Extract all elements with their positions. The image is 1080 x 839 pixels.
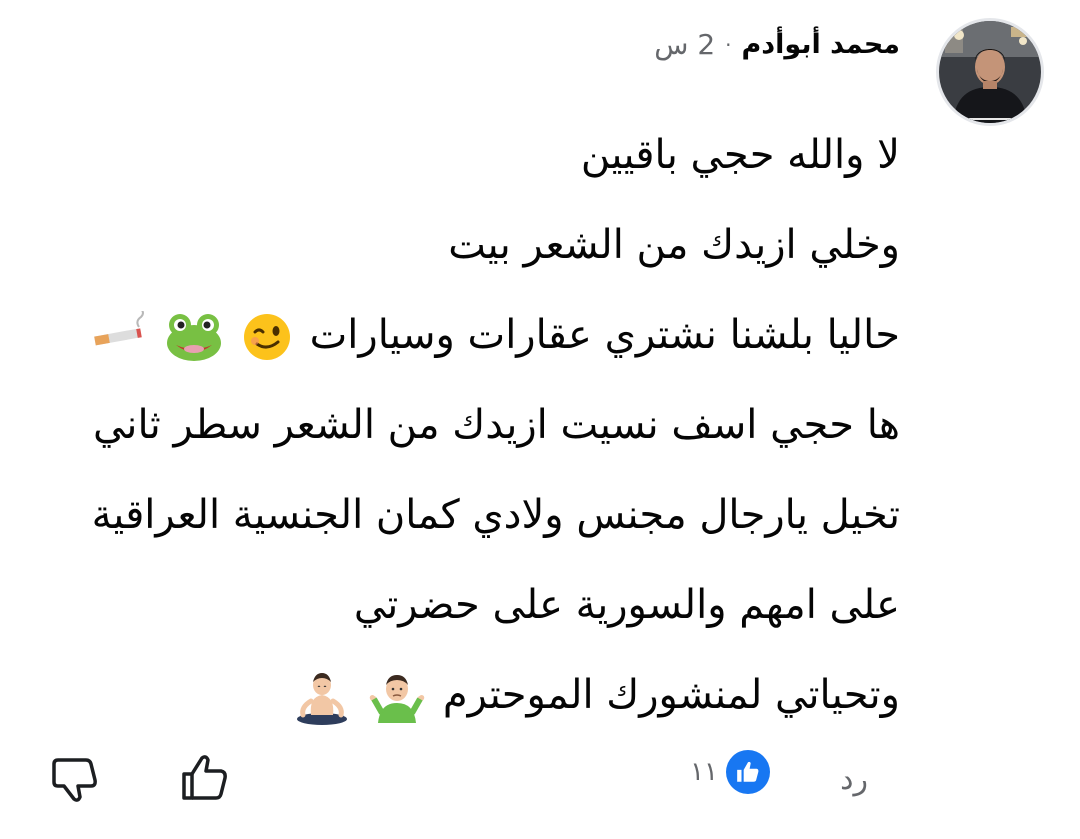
like-badge-thumb-icon [737,761,759,782]
comment-actions: رد ١١ [0,740,1080,820]
meditating-man-emoji-icon [297,673,348,725]
comment-line: لا والله حجي باقيين [580,132,900,178]
frog-emoji-icon [167,314,222,361]
comment-line: ها حجي اسف نسيت ازيدك من الشعر سطر ثاني [92,402,900,448]
reaction-count: ١١ [690,757,718,787]
reaction-summary[interactable]: ١١ [690,750,770,794]
avatar[interactable] [936,18,1044,126]
wink-emoji-icon [243,314,290,360]
comment-line-with-emoji: حاليا بلشنا نشتري عقارات وسيارات [50,290,900,380]
comment-line-text: حاليا بلشنا نشتري عقارات وسيارات [309,312,900,358]
thumbs-down-icon[interactable] [46,752,102,808]
comment-line: تخيل يارجال مجنس ولادي كمان الجنسية العر… [91,492,900,538]
reply-button[interactable]: رد [840,762,868,797]
comment-line: على امهم والسورية على حضرتي [353,582,900,628]
comment-timestamp[interactable]: 2 س [654,28,715,61]
comment-line-with-emoji: وتحياتي لمنشورك الموحترم [50,650,900,740]
comment-line: وخلي ازيدك من الشعر بيت [448,222,900,268]
comment-body: لا والله حجي باقيين وخلي ازيدك من الشعر … [50,110,900,740]
shrug-man-emoji-icon [369,675,425,723]
comment-header: محمد أبوأدم · 2 س [654,28,900,61]
avatar-photo [939,21,1041,123]
thumbs-up-icon[interactable] [176,750,232,806]
cigarette-emoji-icon [94,311,145,346]
author-name[interactable]: محمد أبوأدم [742,29,901,60]
comment-line-text: وتحياتي لمنشورك الموحترم [442,672,900,718]
separator-dot: · [725,32,732,57]
like-badge-icon [726,750,770,794]
